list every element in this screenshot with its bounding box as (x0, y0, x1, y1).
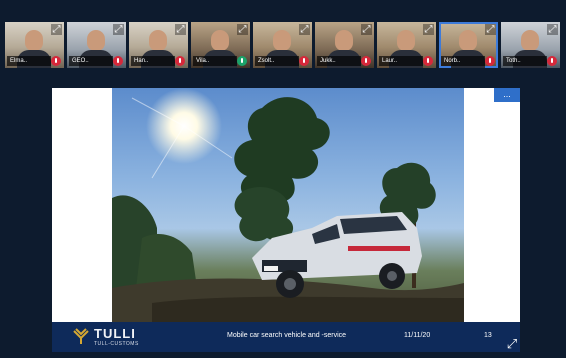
participant-face (459, 30, 477, 51)
vehicle-forest-image (112, 88, 464, 322)
meeting-window: ⤢ Elma.. ⤢ GEO.. ⤢ Han.. ⤢ Vila.. ⤢ Zsol… (0, 0, 566, 358)
participant-strip: ⤢ Elma.. ⤢ GEO.. ⤢ Han.. ⤢ Vila.. ⤢ Zsol… (5, 22, 561, 68)
fullscreen-icon[interactable]: ⤢ (505, 337, 519, 351)
participant-tile[interactable]: ⤢ Elma.. (5, 22, 64, 68)
participant-tile[interactable]: ⤢ Toth.. (501, 22, 560, 68)
slide-page-number: 13 (484, 332, 492, 339)
participant-name: Zsolt.. (255, 56, 299, 66)
participant-name: Han.. (131, 56, 175, 66)
participant-face (87, 30, 105, 51)
participant-tile[interactable]: ⤢ Han.. (129, 22, 188, 68)
participant-tile[interactable]: ⤢ Jukk.. (315, 22, 374, 68)
participant-face (335, 30, 353, 51)
mic-muted-icon (547, 56, 557, 66)
mic-muted-icon (361, 56, 371, 66)
expand-icon[interactable]: ⤢ (423, 24, 434, 35)
participant-tile[interactable]: ⤢ GEO.. (67, 22, 126, 68)
participant-tile[interactable]: ⤢ Laur.. (377, 22, 436, 68)
participant-face (211, 30, 229, 51)
participant-name: Vila.. (193, 56, 237, 66)
participant-face (149, 30, 167, 51)
expand-icon[interactable]: ⤢ (361, 24, 372, 35)
participant-face (521, 30, 539, 51)
participant-name: GEO.. (69, 56, 113, 66)
tulli-logo-icon (73, 328, 89, 344)
participant-name: Toth.. (503, 56, 547, 66)
expand-icon[interactable]: ⤢ (51, 24, 62, 35)
mic-muted-icon (51, 56, 61, 66)
expand-icon[interactable]: ⤢ (175, 24, 186, 35)
participant-name: Laur.. (379, 56, 423, 66)
shared-slide: ... TULLI TULL-CUSTOMS Mobile car search… (52, 88, 520, 352)
participant-face (273, 30, 291, 51)
slide-title: Mobile car search vehicle and -service (227, 332, 347, 339)
participant-tile[interactable]: ⤢ Zsolt.. (253, 22, 312, 68)
expand-icon[interactable]: ⤢ (237, 24, 248, 35)
expand-icon[interactable]: ⤢ (547, 24, 558, 35)
participant-name: Jukk.. (317, 56, 361, 66)
mic-muted-icon (299, 56, 309, 66)
expand-icon[interactable]: ⤢ (113, 24, 124, 35)
participant-face (25, 30, 43, 51)
expand-icon[interactable]: ⤢ (485, 24, 496, 35)
slide-footer: TULLI TULL-CUSTOMS Mobile car search veh… (52, 322, 520, 352)
slide-photo (112, 88, 464, 322)
participant-tile[interactable]: ⤢ Vila.. (191, 22, 250, 68)
slide-menu-button[interactable]: ... (494, 88, 520, 102)
mic-on-icon (237, 56, 247, 66)
mic-muted-icon (175, 56, 185, 66)
expand-icon[interactable]: ⤢ (299, 24, 310, 35)
mic-muted-icon (485, 56, 495, 66)
slide-date: 11/11/20 (404, 332, 431, 339)
participant-name: Norb.. (441, 56, 485, 66)
logo-name: TULLI (94, 326, 136, 341)
participant-tile-active[interactable]: ⤢ Norb.. (439, 22, 498, 68)
mic-muted-icon (423, 56, 433, 66)
participant-name: Elma.. (7, 56, 51, 66)
logo-subtitle: TULL-CUSTOMS (94, 341, 139, 347)
mic-muted-icon (113, 56, 123, 66)
participant-face (397, 30, 415, 51)
